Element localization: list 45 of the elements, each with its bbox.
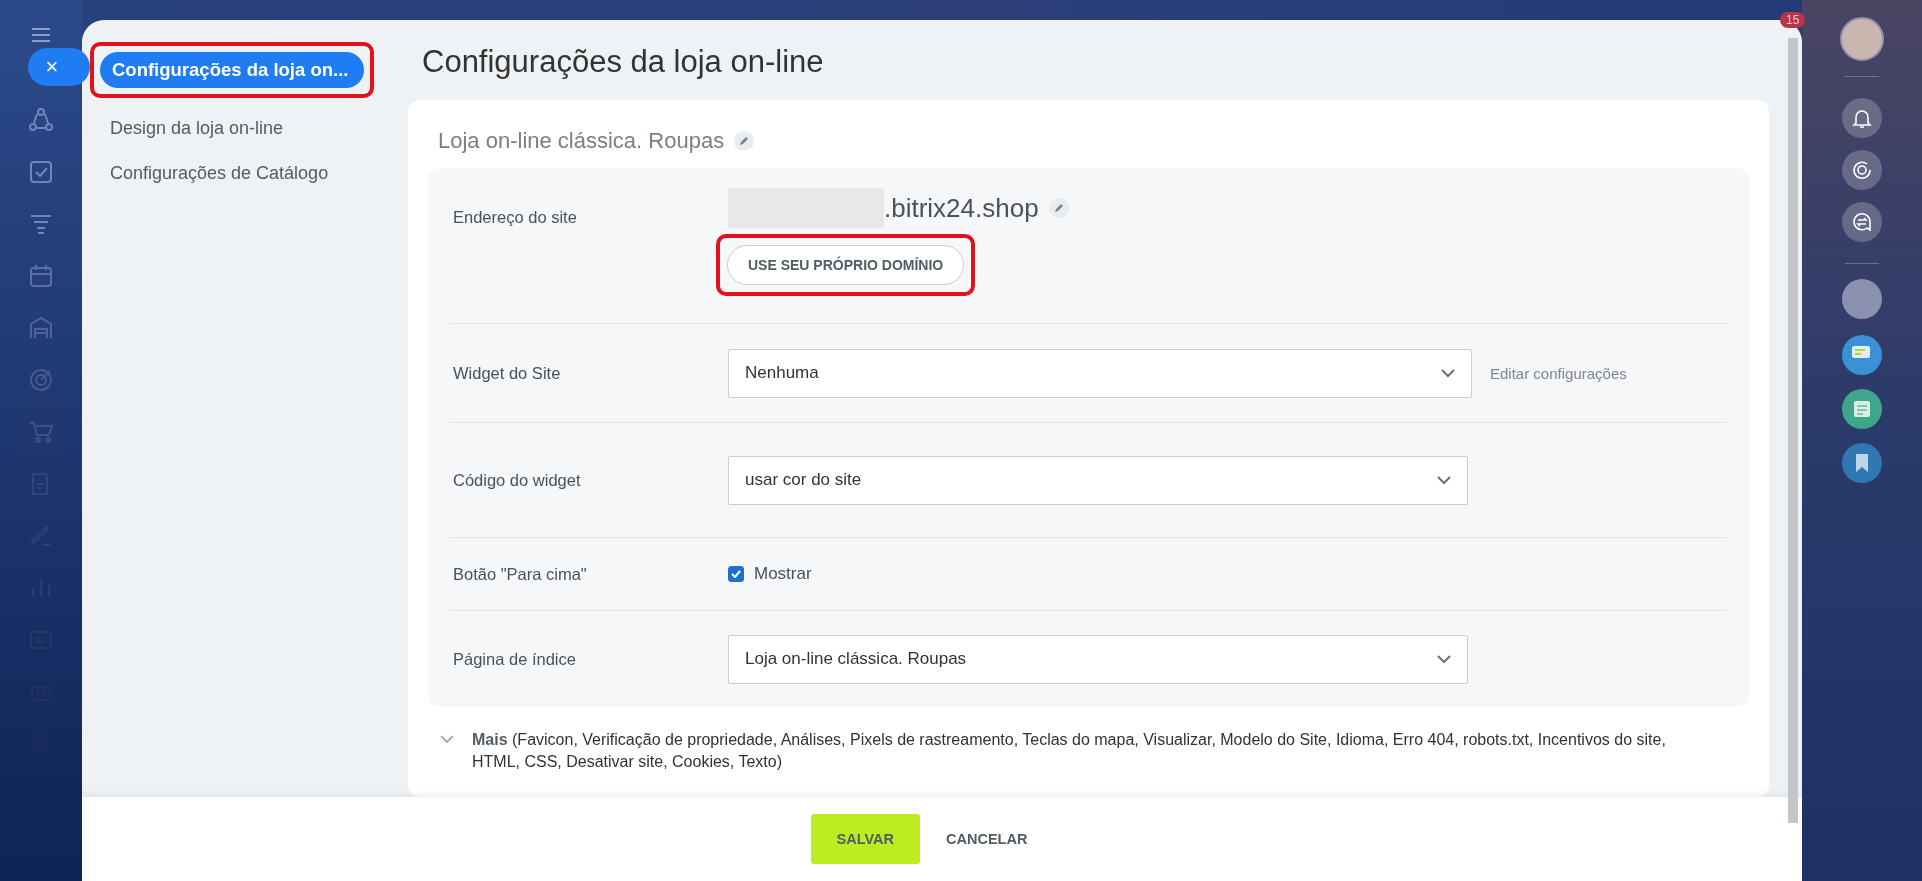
field-label: Página de índice [452,649,577,669]
card-title: Loja on-line clássica. Roupas [438,128,725,154]
avatar[interactable] [1840,17,1884,61]
edit-settings-link[interactable]: Editar configurações [1490,364,1627,382]
field-label: Endereço do site [452,208,578,227]
save-button[interactable]: SALVAR [810,814,921,864]
dropdown-field[interactable]: Loja on-line clássica. Roupas [728,634,1468,684]
checkbox-label: Mostrar [754,564,812,584]
chat-icon[interactable] [1842,335,1882,375]
domain-text: .bitrix24.shop [884,192,1039,224]
dropdown-field[interactable]: Nenhuma [728,348,1472,398]
check-icon [731,570,741,578]
menu-item[interactable]: Configurações da loja on... [100,52,364,88]
notification-badge: 15 [1780,12,1806,28]
cancel-button[interactable]: CANCELAR [940,830,1034,848]
bookmark-icon[interactable] [1842,443,1882,483]
cart-icon[interactable] [18,409,64,455]
menu-item[interactable]: Configurações de Catálogo [90,151,408,196]
warehouse-icon[interactable] [28,315,54,341]
own-domain-button[interactable]: USE SEU PRÓPRIO DOMÍNIO [727,245,965,285]
scrollbar[interactable] [1788,38,1798,823]
chevron-down-icon [1437,475,1451,485]
network-icon[interactable] [28,107,54,133]
menu-item[interactable]: Design da loja on-line [90,106,408,151]
checkbox-icon[interactable] [28,159,54,185]
close-button[interactable]: × [28,48,90,86]
field-label: Botão "Para cima" [452,564,588,584]
field-label: Código do widget [452,470,582,490]
bell-icon[interactable] [1842,98,1882,138]
calendar-icon[interactable] [28,263,54,289]
chat-arrows-icon[interactable] [1842,202,1882,242]
checkbox[interactable] [728,566,744,582]
page-title: Configurações da loja on-line [422,44,825,80]
menu-icon[interactable] [31,27,51,43]
chevron-icon[interactable] [440,735,454,744]
avatar[interactable] [1842,279,1882,319]
edit-icon[interactable] [734,131,755,151]
more-settings-text: Mais (Favicon, Verificação de propriedade, Análises, Pixels de rastreamento, Teclas do mapa, Visualizar, Modelo do Site, Idioma, Erro 404, robots.txt, Incentivos do site, HTML, CSS, Desativar site, Cookies, Texto) [472,730,1667,772]
chevron-down-icon [1441,368,1455,378]
field-label: Widget do Site [452,363,562,383]
target-icon[interactable] [28,367,54,393]
chevron-down-icon [1437,654,1451,664]
newspaper-icon[interactable] [1842,389,1882,429]
dropdown-field[interactable]: usar cor do site [728,455,1468,505]
edit-icon[interactable] [1048,198,1069,218]
